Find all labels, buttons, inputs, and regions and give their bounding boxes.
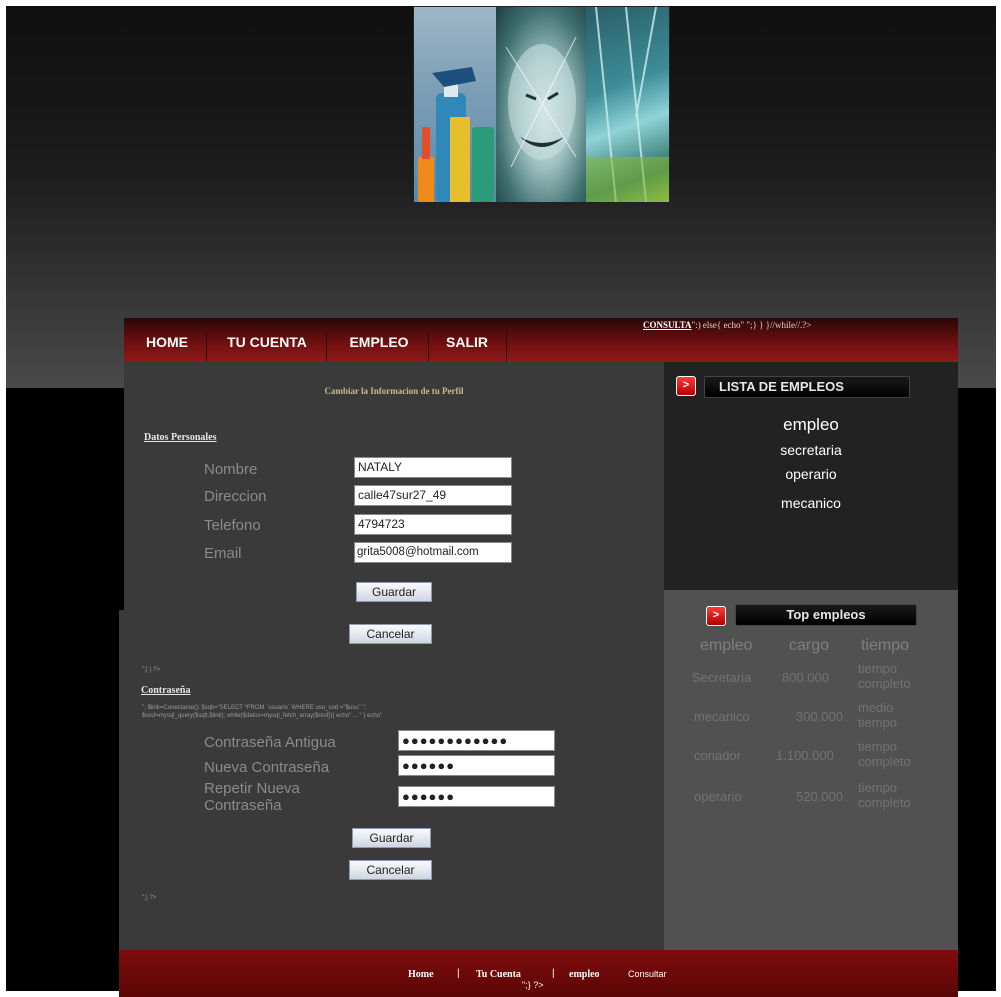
top-col-empleo: empleo (700, 637, 753, 654)
employment-item-secretaria[interactable]: secretaria (664, 442, 958, 458)
code-fragment-text: "; $link=Conectarse(); $sqlt="SELECT *FR… (142, 705, 367, 711)
banner-cleaning-bottles (414, 7, 496, 202)
password-panel (119, 610, 664, 950)
nueva-contrasena-label: Nueva Contraseña (204, 759, 330, 776)
nombre-label: Nombre (204, 461, 258, 478)
consulta-link-area: CONSULTA":) else{ echo" ";} } }//while//… (643, 320, 811, 330)
profile-title: Cambiar la Informacion de tu Perfil (324, 386, 464, 396)
repetir-contrasena-label: Repetir Nueva Contraseña (204, 780, 300, 814)
top-col-tiempo: tiempo (861, 637, 910, 654)
nav-separator (326, 318, 327, 362)
top-row-cargo: 800.000 (782, 670, 829, 685)
direccion-input[interactable]: calle47sur27_49 (354, 485, 512, 506)
email-input[interactable]: grita5008@hotmail.com (354, 542, 512, 563)
header-banner-image (413, 6, 670, 203)
footer-empleo-link[interactable]: empleo (569, 969, 600, 980)
employment-item-mecanico[interactable]: mecanico (664, 495, 958, 511)
nav-tu-cuenta[interactable]: TU CUENTA (212, 318, 322, 362)
contrasena-heading[interactable]: Contraseña (141, 685, 190, 696)
telefono-label: Telefono (204, 517, 261, 534)
top-row-empleo: Secretaria (692, 670, 752, 685)
code-fragment-text: ";} ?> (142, 895, 157, 901)
employment-item-operario[interactable]: operario (664, 466, 958, 482)
nav-home[interactable]: HOME (132, 318, 202, 362)
code-fragment-text: $resf=mysql_query($sqlt,$link); while($d… (142, 713, 383, 719)
contrasena-antigua-input[interactable]: ●●●●●●●●●●●● (398, 730, 555, 751)
nav-salir[interactable]: SALIR (432, 318, 502, 362)
direccion-label: Direccion (204, 488, 267, 505)
consulta-code-text: ":) else{ echo" ";} } }//while//.?> (691, 320, 812, 330)
employments-header: LISTA DE EMPLEOS (704, 376, 910, 398)
top-row-cargo: 300.000 (796, 709, 843, 724)
top-row-empleo: conador (694, 748, 741, 763)
nav-empleo[interactable]: EMPLEO (332, 318, 426, 362)
top-row-cargo: 1.100.000 (776, 748, 834, 763)
nombre-input[interactable]: NATALY (354, 457, 512, 478)
repetir-contrasena-input[interactable]: ●●●●●● (398, 786, 555, 807)
save-password-button[interactable]: Guardar (352, 828, 431, 848)
top-row-tiempo: tiempo completo (858, 780, 911, 810)
employments-column-header: empleo (783, 415, 839, 434)
top-row-tiempo: tiempo completo (858, 739, 911, 769)
telefono-input[interactable]: 4794723 (354, 514, 512, 535)
consulta-link[interactable]: CONSULTA (643, 320, 692, 330)
cancel-password-button[interactable]: Cancelar (349, 860, 432, 880)
nav-separator (428, 318, 429, 362)
top-row-empleo: mecanico (694, 709, 750, 724)
banner-glass-water (586, 7, 669, 202)
top-row-tiempo: tiempo completo (858, 661, 911, 691)
arrow-right-icon: > (706, 606, 726, 626)
banner-face (496, 7, 586, 202)
main-nav: HOME TU CUENTA EMPLEO SALIR (124, 318, 958, 362)
top-row-tiempo: medio tiempo (858, 700, 898, 730)
footer-separator: | (552, 968, 555, 979)
footer-separator: | (457, 968, 460, 979)
email-label: Email (204, 545, 242, 562)
nueva-contrasena-input[interactable]: ●●●●●● (398, 755, 555, 776)
top-col-cargo: cargo (789, 637, 830, 654)
footer-tu-cuenta-link[interactable]: Tu Cuenta (476, 969, 521, 980)
save-profile-button[interactable]: Guardar (356, 582, 432, 602)
top-row-empleo: operario (694, 789, 742, 804)
nav-separator (206, 318, 207, 362)
cancel-profile-button[interactable]: Cancelar (349, 624, 432, 644)
nav-separator (506, 318, 507, 362)
top-row-cargo: 520.000 (796, 789, 843, 804)
contrasena-antigua-label: Contraseña Antigua (204, 734, 336, 751)
datos-personales-heading[interactable]: Datos Personales (144, 432, 217, 443)
footer-code-text: ";} ?> (522, 980, 544, 990)
top-employments-header: Top empleos (735, 604, 917, 626)
footer-home-link[interactable]: Home (408, 969, 434, 980)
footer-consultar-link[interactable]: Consultar (628, 969, 667, 979)
arrow-right-icon: > (676, 376, 696, 396)
code-fragment-text: ";} } ?> (142, 667, 160, 673)
